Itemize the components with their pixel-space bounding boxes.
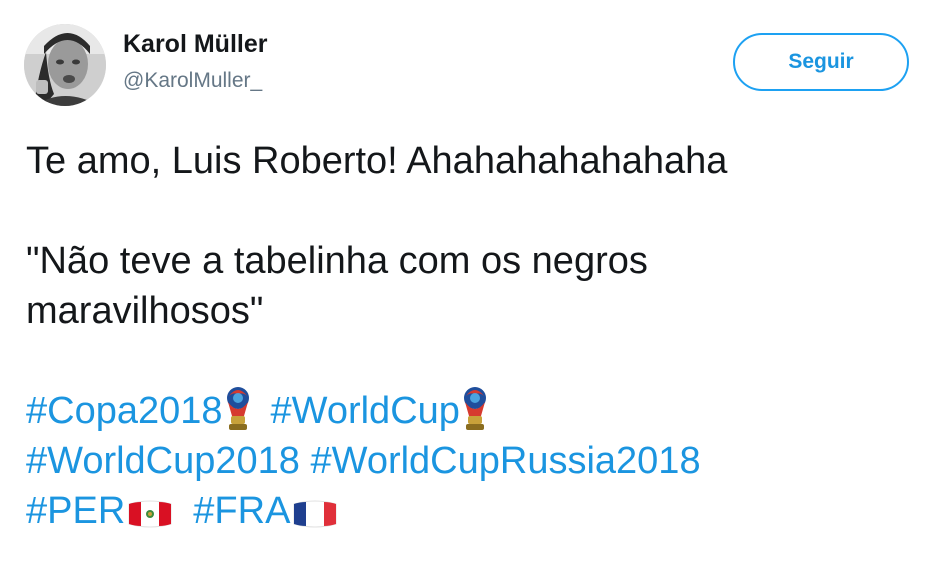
tweet-line: Te amo, Luis Roberto! Ahahahahahahaha — [26, 140, 728, 182]
avatar-photo — [24, 24, 106, 106]
world-cup-trophy-icon — [223, 386, 253, 432]
follow-button[interactable]: Seguir — [733, 33, 909, 91]
hashtag-line: #PER #FRA — [26, 486, 916, 536]
hashtag-worldcup2018[interactable]: #WorldCup2018 — [26, 440, 300, 482]
hashtag-line: #WorldCup2018 #WorldCupRussia2018 — [26, 436, 916, 486]
tweet-card: Karol Müller @KarolMuller_ Seguir Te amo… — [0, 0, 928, 575]
display-name[interactable]: Karol Müller — [123, 30, 267, 59]
user-handle[interactable]: @KarolMuller_ — [123, 69, 262, 93]
hashtag-worldcup[interactable]: #WorldCup — [271, 390, 460, 432]
world-cup-trophy-icon — [460, 386, 490, 432]
hashtag-worldcuprussia2018[interactable]: #WorldCupRussia2018 — [311, 440, 701, 482]
tweet-quote-line: "Não teve a tabelinha com os negros — [26, 240, 648, 282]
hashtag-line: #Copa2018 #WorldCup — [26, 386, 916, 436]
hashtag-fra[interactable]: #FRA — [193, 490, 290, 532]
avatar[interactable] — [24, 24, 106, 106]
tweet-quote-line: maravilhosos" — [26, 290, 264, 332]
hashtag-per[interactable]: #PER — [26, 490, 125, 532]
hashtag-copa2018[interactable]: #Copa2018 — [26, 390, 223, 432]
tweet-text: Te amo, Luis Roberto! Ahahahahahahaha "N… — [26, 136, 916, 536]
peru-flag-icon — [125, 493, 175, 528]
france-flag-icon — [290, 493, 340, 528]
